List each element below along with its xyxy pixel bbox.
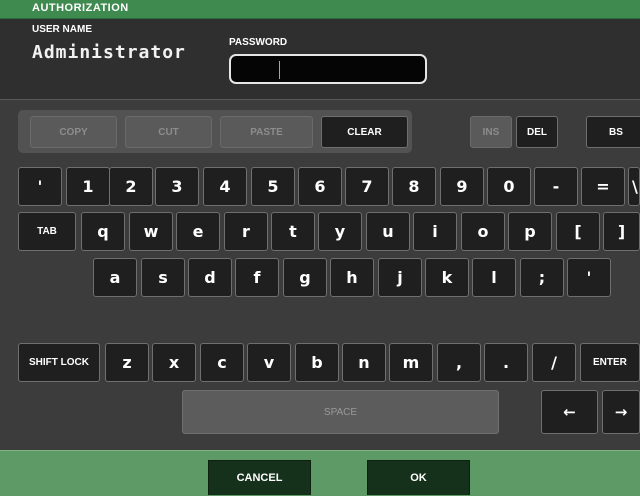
key-8[interactable]: 8 — [392, 167, 436, 206]
key-6[interactable]: 6 — [298, 167, 342, 206]
key-j[interactable]: j — [378, 258, 422, 297]
cancel-button[interactable]: CANCEL — [208, 460, 311, 495]
key-quote[interactable]: ' — [18, 167, 62, 206]
user-name-value: Administrator — [32, 42, 186, 63]
delete-button[interactable]: DEL — [516, 116, 558, 148]
key-w[interactable]: w — [129, 212, 173, 251]
key-s[interactable]: s — [141, 258, 185, 297]
key-t[interactable]: t — [271, 212, 315, 251]
key-v[interactable]: v — [247, 343, 291, 382]
insert-button[interactable]: INS — [470, 116, 512, 148]
key-f[interactable]: f — [235, 258, 279, 297]
user-name-label: USER NAME — [32, 24, 93, 35]
key-backslash[interactable]: \ — [628, 167, 640, 206]
ok-button[interactable]: OK — [367, 460, 470, 495]
key-a[interactable]: a — [93, 258, 137, 297]
key-i[interactable]: i — [413, 212, 457, 251]
key-y[interactable]: y — [318, 212, 362, 251]
key-5[interactable]: 5 — [251, 167, 295, 206]
text-cursor — [279, 61, 280, 79]
password-field[interactable] — [229, 54, 427, 84]
copy-button[interactable]: COPY — [30, 116, 117, 148]
key-2[interactable]: 2 — [109, 167, 153, 206]
tab-key[interactable]: TAB — [18, 212, 76, 251]
key-k[interactable]: k — [425, 258, 469, 297]
key-comma[interactable]: , — [437, 343, 481, 382]
key-left-bracket[interactable]: [ — [556, 212, 600, 251]
key-r[interactable]: r — [224, 212, 268, 251]
key-3[interactable]: 3 — [155, 167, 199, 206]
key-p[interactable]: p — [508, 212, 552, 251]
key-u[interactable]: u — [366, 212, 410, 251]
key-minus[interactable]: - — [534, 167, 578, 206]
key-semicolon[interactable]: ; — [520, 258, 564, 297]
clear-button[interactable]: CLEAR — [321, 116, 408, 148]
dialog-footer — [0, 450, 640, 496]
key-e[interactable]: e — [176, 212, 220, 251]
left-arrow-key[interactable]: ← — [541, 390, 598, 434]
right-arrow-key[interactable]: → — [602, 390, 640, 434]
key-0[interactable]: 0 — [487, 167, 531, 206]
space-key[interactable]: SPACE — [182, 390, 499, 434]
key-g[interactable]: g — [283, 258, 327, 297]
key-o[interactable]: o — [461, 212, 505, 251]
key-h[interactable]: h — [330, 258, 374, 297]
key-9[interactable]: 9 — [440, 167, 484, 206]
shift-lock-key[interactable]: SHIFT LOCK — [18, 343, 100, 382]
key-d[interactable]: d — [188, 258, 232, 297]
key-7[interactable]: 7 — [345, 167, 389, 206]
key-1[interactable]: 1 — [66, 167, 110, 206]
key-c[interactable]: c — [200, 343, 244, 382]
key-equals[interactable]: = — [581, 167, 625, 206]
enter-key[interactable]: ENTER — [580, 343, 640, 382]
window-title: AUTHORIZATION — [32, 2, 129, 14]
backspace-button[interactable]: BS — [586, 116, 640, 148]
key-period[interactable]: . — [484, 343, 528, 382]
paste-button[interactable]: PASTE — [220, 116, 313, 148]
password-label: PASSWORD — [229, 37, 288, 48]
cut-button[interactable]: CUT — [125, 116, 212, 148]
key-4[interactable]: 4 — [203, 167, 247, 206]
key-x[interactable]: x — [152, 343, 196, 382]
key-slash[interactable]: / — [532, 343, 576, 382]
key-m[interactable]: m — [389, 343, 433, 382]
key-z[interactable]: z — [105, 343, 149, 382]
key-apostrophe[interactable]: ' — [567, 258, 611, 297]
title-bar: AUTHORIZATION — [0, 0, 640, 19]
key-right-bracket[interactable]: ] — [603, 212, 640, 251]
key-n[interactable]: n — [342, 343, 386, 382]
key-q[interactable]: q — [81, 212, 125, 251]
key-l[interactable]: l — [472, 258, 516, 297]
key-b[interactable]: b — [295, 343, 339, 382]
